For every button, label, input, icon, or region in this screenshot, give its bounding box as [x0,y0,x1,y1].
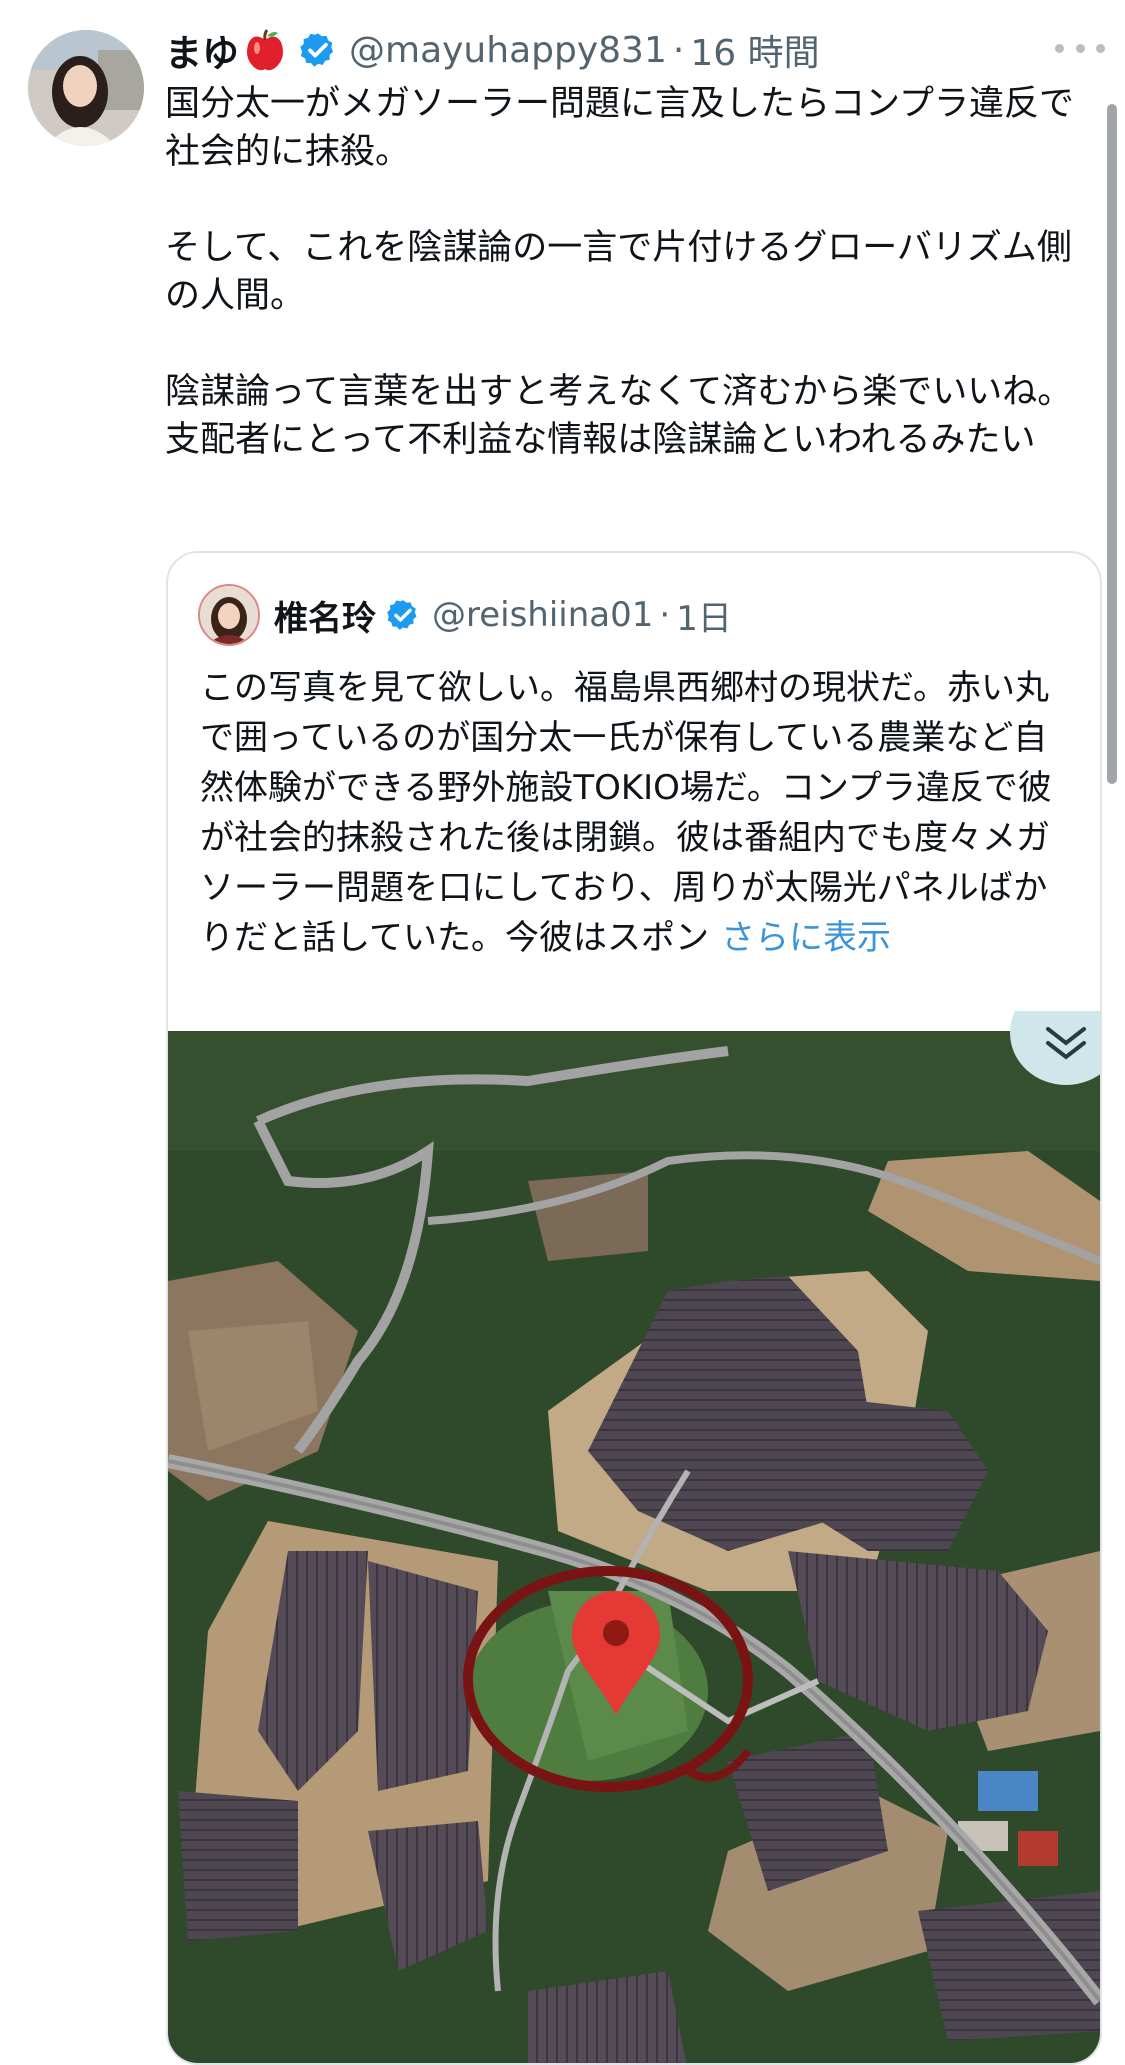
separator-dot: · [672,29,685,71]
quoted-tweet-card[interactable]: 椎名玲 @reishiina01 · 1日 この写真を見て欲しい。福島県西郷村の… [166,551,1102,2065]
apple-emoji [245,28,285,72]
more-icon[interactable] [1055,36,1105,60]
quoted-author-handle[interactable]: @reishiina01 [432,595,653,635]
quoted-tweet-time[interactable]: 1日 [676,591,732,640]
tweet-header: まゆ @mayuhappy831 · 16 時間 [165,22,1125,78]
quoted-tweet-body: この写真を見て欲しい。福島県西郷村の現状だ。赤い丸で囲っているのが国分太一氏が保… [200,668,1052,958]
author-avatar[interactable] [28,30,144,146]
tweet-paragraph-2: そして、これを陰謀論の一言で片付けるグローバリズム側の人間。 [165,228,1072,316]
tweet-paragraph-3: 陰謀論って言葉を出すと考えなくて済むから楽でいいね。支配者にとって不利益な情報は… [165,372,1073,460]
quoted-author-name[interactable]: 椎名玲 [274,591,376,640]
tweet-text: 国分太一がメガソーラー問題に言及したらコンプラ違反で社会的に抹殺。 そして、これ… [165,80,1085,464]
tweet-time[interactable]: 16 時間 [690,24,819,76]
verified-badge-icon [386,598,420,632]
tweet-paragraph-1: 国分太一がメガソーラー問題に言及したらコンプラ違反で社会的に抹殺。 [165,84,1074,172]
satellite-map-image[interactable] [168,981,1100,2063]
chevron-down-double-icon[interactable] [1008,981,1100,1087]
quoted-tweet-text: この写真を見て欲しい。福島県西郷村の現状だ。赤い丸で囲っているのが国分太一氏が保… [200,663,1066,963]
verified-badge-icon [299,31,337,69]
separator-dot: · [659,595,671,635]
avatar-photo [28,30,144,146]
quoted-tweet-header: 椎名玲 @reishiina01 · 1日 [198,584,732,646]
show-more-link[interactable]: さらに表示 [721,918,891,958]
author-handle[interactable]: @mayuhappy831 [349,30,667,71]
scrollbar[interactable] [1107,104,1117,784]
author-name[interactable]: まゆ [165,23,239,77]
quoted-author-avatar [198,584,260,646]
